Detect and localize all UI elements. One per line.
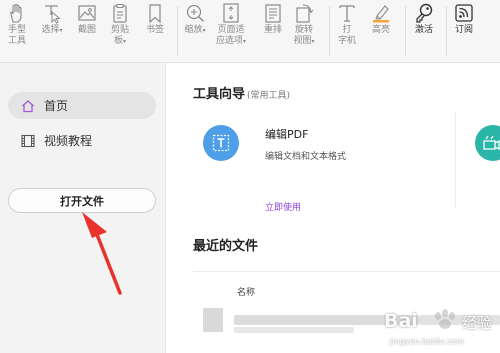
hand-icon bbox=[10, 3, 22, 23]
bookmark-icon bbox=[149, 4, 161, 24]
sidebar-item-video-label: 视频教程 bbox=[44, 134, 93, 148]
select-cursor-icon bbox=[45, 5, 61, 24]
toolbar-hand-label-1: 手型 bbox=[7, 25, 26, 35]
recent-files-divider bbox=[193, 271, 500, 272]
toolbar-activate-label: 激活 bbox=[414, 25, 433, 35]
toolbar-separator bbox=[405, 6, 406, 56]
fit-page-icon bbox=[223, 3, 239, 23]
toolbar-separator bbox=[446, 6, 447, 56]
clipboard-icon bbox=[113, 4, 127, 23]
image-icon bbox=[78, 5, 96, 21]
next-tool-icon[interactable] bbox=[475, 125, 500, 161]
toolbar-clipboard-label-2: 板 bbox=[113, 36, 123, 46]
toolbar-clipboard-tool[interactable]: 剪贴 板▾ bbox=[109, 2, 131, 47]
chevron-down-icon: ▾ bbox=[202, 27, 206, 34]
toolbar-activate-button[interactable]: 激活 bbox=[413, 2, 435, 36]
open-file-button[interactable]: 打开文件 bbox=[8, 188, 156, 213]
toolbar-select-tool[interactable]: 选择▾ bbox=[41, 2, 63, 36]
toolbar-select-label: 选择 bbox=[41, 25, 60, 35]
rotate-icon bbox=[296, 4, 314, 23]
baidu-jingyan-watermark: Bai 经验 jingyan.baidu.com bbox=[382, 304, 498, 350]
tools-guide-heading: 工具向导 (常用工具) bbox=[193, 83, 290, 102]
edit-pdf-tool-icon[interactable] bbox=[203, 125, 239, 161]
toolbar-fit-page-label-2: 应选项 bbox=[216, 36, 244, 46]
toolbar-subscribe-button[interactable]: 订阅 bbox=[453, 2, 475, 36]
toolbar-bookmark-label: 书签 bbox=[145, 25, 164, 35]
edit-pdf-tool-name: 编辑PDF bbox=[265, 128, 309, 141]
toolbar-hand-label-2: 工具 bbox=[7, 36, 26, 46]
highlighter-icon bbox=[373, 5, 389, 23]
reflow-icon bbox=[265, 4, 281, 23]
toolbar-reflow-tool[interactable]: 重排 bbox=[262, 2, 284, 36]
sidebar: 首页 视频教程 打开文件 bbox=[0, 63, 166, 353]
toolbar-fit-page-label-1: 页面适 bbox=[217, 25, 245, 35]
toolbar-hand-tool[interactable]: 手型 工具 bbox=[6, 2, 28, 47]
recent-files-title: 最近的文件 bbox=[193, 239, 259, 254]
toolbar-highlight-tool[interactable]: 高亮 bbox=[370, 2, 392, 36]
toolbar-typewriter-label-2: 字机 bbox=[337, 36, 356, 46]
tools-guide-title: 工具向导 bbox=[193, 87, 246, 102]
sidebar-item-home-label: 首页 bbox=[44, 99, 69, 113]
sidebar-item-home[interactable]: 首页 bbox=[8, 92, 156, 119]
chevron-down-icon: ▾ bbox=[243, 38, 247, 45]
toolbar-screenshot-label: 截图 bbox=[77, 25, 96, 35]
edit-text-icon bbox=[212, 134, 230, 152]
toolbar-reflow-label: 重排 bbox=[263, 25, 282, 35]
chevron-down-icon: ▾ bbox=[311, 38, 315, 45]
toolbar-fit-page-tool[interactable]: 页面适 应选项▾ bbox=[216, 2, 246, 47]
toolbar-zoom-label: 缩放 bbox=[184, 25, 203, 35]
file-thumbnail bbox=[203, 308, 223, 332]
toolbar-screenshot-tool[interactable]: 截图 bbox=[76, 2, 98, 36]
tool-card-icon bbox=[483, 135, 500, 151]
toolbar-typewriter-label-1: 打 bbox=[342, 25, 352, 35]
toolbar: 手型 工具 选择▾ 截图 剪贴 板▾ 书签 缩放▾ 页面适 应选项▾ 重排 旋转… bbox=[0, 0, 500, 63]
toolbar-rotate-label-2: 视图 bbox=[293, 36, 312, 46]
watermark-brand: Bai bbox=[384, 310, 418, 332]
toolbar-separator bbox=[329, 6, 330, 56]
watermark-brand-jingyan: 经验 bbox=[462, 314, 493, 332]
chevron-down-icon: ▾ bbox=[123, 38, 127, 45]
toolbar-clipboard-label-1: 剪贴 bbox=[110, 25, 129, 35]
watermark-url: jingyan.baidu.com bbox=[390, 337, 464, 346]
blurred-file-path bbox=[234, 327, 354, 333]
zoom-icon bbox=[186, 4, 204, 22]
toolbar-typewriter-tool[interactable]: 打 字机 bbox=[336, 2, 358, 47]
toolbar-zoom-tool[interactable]: 缩放▾ bbox=[184, 2, 206, 36]
tool-card-divider bbox=[455, 113, 456, 208]
toolbar-bookmark-tool[interactable]: 书签 bbox=[144, 2, 166, 36]
toolbar-rotate-tool[interactable]: 旋转 视图▾ bbox=[293, 2, 315, 47]
key-icon bbox=[416, 3, 433, 23]
typewriter-icon bbox=[339, 5, 355, 22]
column-header-name: 名称 bbox=[237, 288, 256, 298]
use-now-link[interactable]: 立即使用 bbox=[265, 200, 301, 213]
film-icon bbox=[21, 134, 35, 147]
tools-guide-subtitle: (常用工具) bbox=[247, 91, 291, 101]
toolbar-separator bbox=[177, 6, 178, 56]
sidebar-item-video-tutorial[interactable]: 视频教程 bbox=[8, 127, 156, 154]
toolbar-subscribe-label: 订阅 bbox=[454, 25, 473, 35]
rss-icon bbox=[455, 4, 473, 22]
toolbar-highlight-label: 高亮 bbox=[371, 25, 390, 35]
edit-pdf-tool-description: 编辑文档和文本格式 bbox=[265, 152, 347, 162]
chevron-down-icon: ▾ bbox=[59, 27, 63, 34]
toolbar-rotate-label-1: 旋转 bbox=[294, 25, 313, 35]
home-icon bbox=[22, 99, 34, 112]
